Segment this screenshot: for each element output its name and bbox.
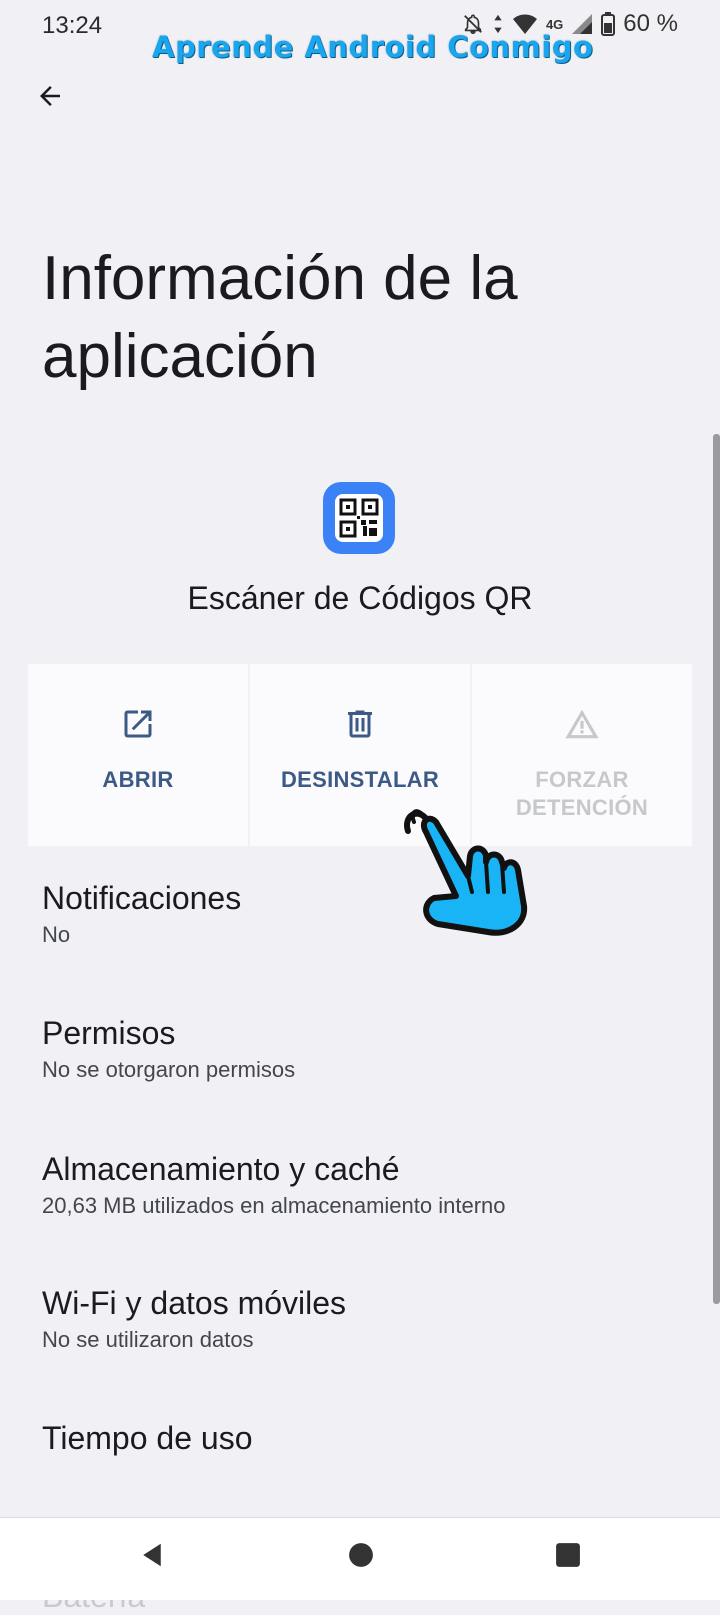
setting-title: Wi-Fi y datos móviles [42,1285,347,1321]
nav-back-button[interactable] [137,1540,167,1575]
setting-subtitle: No se otorgaron permisos [42,1057,296,1082]
setting-subtitle: No [42,922,71,947]
status-time: 13:24 [42,12,103,39]
app-name: Escáner de Códigos QR [187,580,533,616]
navigation-bar [0,1517,720,1600]
setting-permissions[interactable]: Permisos No se otorgaron permisos [42,1013,682,1083]
pointing-hand-icon [404,809,528,936]
nav-recents-icon [556,1543,580,1567]
setting-title: Tiempo de uso [42,1420,253,1456]
setting-notifications[interactable]: Notificaciones No [42,878,682,948]
action-row: ABRIR DESINSTALAR FORZAR DETENCIÓN [28,664,692,846]
scrollbar[interactable] [713,434,720,1304]
setting-subtitle: No se utilizaron datos [42,1327,254,1352]
uninstall-button-label: DESINSTALAR [280,767,440,792]
nav-home-icon [349,1543,373,1567]
nav-home-button[interactable] [348,1540,374,1575]
setting-screen-time[interactable]: Tiempo de uso [42,1418,682,1458]
setting-wifi-data[interactable]: Wi-Fi y datos móviles No se utilizaron d… [42,1283,682,1353]
battery-percent: 60 % [623,10,678,37]
setting-title: Almacenamiento y caché [42,1151,400,1187]
page-title: Información de la aplicación [42,244,518,391]
setting-title: Notificaciones [42,880,242,916]
app-icon [323,482,395,554]
arrow-back-icon [40,86,60,106]
setting-title: Permisos [42,1015,176,1051]
battery-icon [601,12,616,36]
watermark-text: Aprende Android Conmigo [152,30,594,64]
back-button[interactable] [30,76,70,116]
open-external-icon [124,710,152,738]
qr-code-icon [335,494,383,542]
nav-recents-button[interactable] [555,1540,581,1575]
trash-icon [348,710,372,738]
setting-storage[interactable]: Almacenamiento y caché 20,63 MB utilizad… [42,1149,682,1219]
open-button[interactable]: ABRIR [28,664,248,846]
setting-subtitle: 20,63 MB utilizados en almacenamiento in… [42,1193,506,1218]
nav-back-icon [143,1543,161,1567]
open-button-label: ABRIR [102,767,174,792]
warning-icon [565,709,599,739]
